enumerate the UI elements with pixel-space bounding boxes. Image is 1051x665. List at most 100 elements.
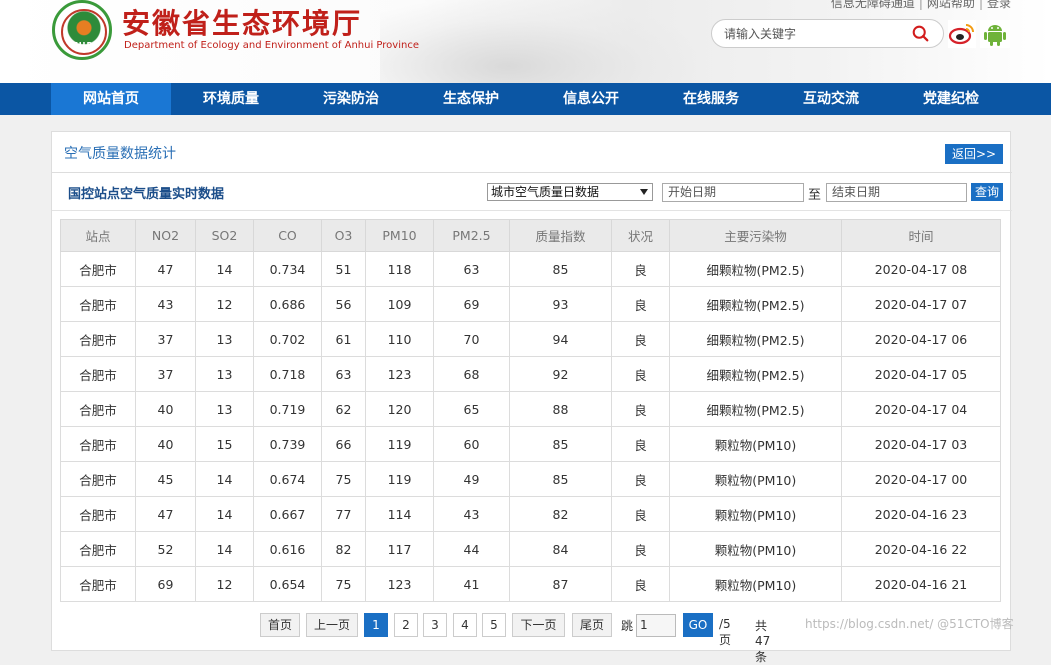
table-row: 合肥市 43 12 0.686 56 109 69 93 良细颗粒物(PM2.5) 2020-04… [60,286,1001,322]
nav-item-interaction[interactable]: 互动交流 [771,83,891,115]
data-type-select[interactable]: 城市空气质量日数据 [487,183,653,201]
go-button[interactable]: GO [683,613,713,637]
column-header: PM2.5 [433,219,510,252]
end-date-input[interactable]: 结束日期 [826,183,967,202]
nav-item-environment-quality[interactable]: 环境质量 [171,83,291,115]
table-cell: 2020-04-17 07 [841,286,1001,322]
table-cell: 合肥市 [60,426,136,462]
table-cell: 0.702 [253,321,322,357]
table-cell: 2020-04-16 21 [841,566,1001,602]
search-box [711,19,944,48]
table-cell: 14 [195,496,254,532]
table-cell: 119 [365,461,434,497]
page-button-5[interactable]: 5 [482,613,506,637]
table-cell: 123 [365,566,434,602]
table-cell: 良 [611,356,670,392]
query-button[interactable]: 查询 [971,183,1003,201]
separator: | [918,0,923,10]
table-cell: 2020-04-17 08 [841,251,1001,287]
column-header: O3 [321,219,366,252]
table-cell: 94 [509,321,612,357]
column-header: 主要污染物 [669,219,842,252]
table-row: 合肥市 47 14 0.667 77 114 43 82 良颗粒物(PM10) 2020-04-1… [60,496,1001,532]
nav-item-online-service[interactable]: 在线服务 [651,83,771,115]
total-count: 共 47 条 [755,619,771,664]
start-date-input[interactable]: 开始日期 [662,183,804,202]
table-cell: 细颗粒物(PM2.5) [669,251,842,287]
table-cell: 0.686 [253,286,322,322]
page-button-4[interactable]: 4 [453,613,477,637]
air-quality-panel: 空气质量数据统计 返回>> 国控站点空气质量实时数据 城市空气质量日数据 开始日… [51,131,1012,664]
nav-item-home[interactable]: 网站首页 [51,83,171,115]
page-button-2[interactable]: 2 [394,613,418,637]
table-cell: 62 [321,391,366,427]
table-cell: 0.739 [253,426,322,462]
logo-text: ZHB [72,41,94,50]
table-cell: 45 [135,461,196,497]
table-cell: 颗粒物(PM10) [669,461,842,497]
table-cell: 44 [433,531,510,567]
dropdown-arrow-icon [640,189,648,195]
table-row: 合肥市 45 14 0.674 75 119 49 85 良颗粒物(PM10) 2020-04-1… [60,461,1001,497]
table-cell: 66 [321,426,366,462]
back-button[interactable]: 返回>> [945,144,1003,164]
table-cell: 合肥市 [60,251,136,287]
table-cell: 49 [433,461,510,497]
table-cell: 2020-04-16 23 [841,496,1001,532]
nav-item-pollution-control[interactable]: 污染防治 [291,83,411,115]
page-button-3[interactable]: 3 [423,613,447,637]
table-cell: 61 [321,321,366,357]
table-cell: 70 [433,321,510,357]
table-cell: 43 [433,496,510,532]
android-icon[interactable] [980,20,1010,48]
next-page-button[interactable]: 下一页 [512,613,565,637]
table-cell: 68 [433,356,510,392]
table-cell: 良 [611,251,670,287]
table-cell: 良 [611,286,670,322]
table-cell: 15 [195,426,254,462]
table-cell: 合肥市 [60,391,136,427]
panel-title: 空气质量数据统计 [64,146,176,162]
help-link[interactable]: 网站帮助 [927,0,975,10]
table-cell: 13 [195,356,254,392]
table-cell: 良 [611,566,670,602]
table-cell: 合肥市 [60,321,136,357]
table-cell: 120 [365,391,434,427]
column-header: NO2 [135,219,196,252]
table-cell: 37 [135,321,196,357]
accessibility-link[interactable]: 信息无障碍通道 [831,0,915,10]
site-logo[interactable]: ZHB [52,0,112,60]
table-cell: 117 [365,531,434,567]
table-cell: 2020-04-17 00 [841,461,1001,497]
table-cell: 2020-04-17 04 [841,391,1001,427]
page-button-1[interactable]: 1 [364,613,388,637]
nav-item-party[interactable]: 党建纪检 [891,83,1011,115]
table-cell: 2020-04-17 05 [841,356,1001,392]
jump-page-input[interactable]: 1 [636,614,676,637]
table-cell: 细颗粒物(PM2.5) [669,321,842,357]
table-cell: 0.719 [253,391,322,427]
table-cell: 69 [433,286,510,322]
table-cell: 84 [509,531,612,567]
table-cell: 93 [509,286,612,322]
table-cell: 合肥市 [60,461,136,497]
prev-page-button[interactable]: 上一页 [306,613,358,637]
table-cell: 85 [509,461,612,497]
last-page-button[interactable]: 尾页 [572,613,612,637]
top-links: 信息无障碍通道 | 网站帮助 | 登录 [831,0,1011,11]
table-row: 合肥市 69 12 0.654 75 123 41 87 良颗粒物(PM10) 2020-04-1… [60,566,1001,602]
nav-item-information[interactable]: 信息公开 [531,83,651,115]
table-cell: 47 [135,251,196,287]
weibo-icon[interactable] [948,20,976,48]
table-cell: 87 [509,566,612,602]
table-cell: 82 [321,531,366,567]
table-row: 合肥市 47 14 0.734 51 118 63 85 良细颗粒物(PM2.5) 2020-04… [60,251,1001,287]
table-cell: 92 [509,356,612,392]
first-page-button[interactable]: 首页 [260,613,300,637]
table-cell: 13 [195,321,254,357]
table-cell: 0.667 [253,496,322,532]
search-icon[interactable] [912,25,929,42]
nav-item-ecology-protection[interactable]: 生态保护 [411,83,531,115]
search-input[interactable] [724,26,904,42]
login-link[interactable]: 登录 [987,0,1011,10]
